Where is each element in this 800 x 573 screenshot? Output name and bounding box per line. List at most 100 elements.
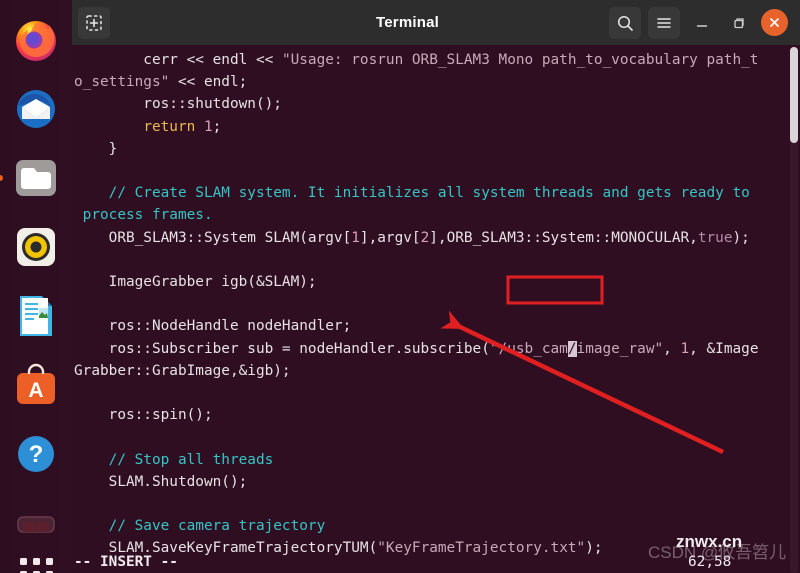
- code-span: 1: [203, 118, 213, 135]
- vim-status-line: -- INSERT -- 62,58 72%: [72, 551, 788, 573]
- window-title: Terminal: [375, 14, 439, 31]
- code-span: process frames.: [74, 207, 213, 224]
- ubuntu-dock: A ?: [0, 0, 72, 573]
- minimize-icon: [696, 24, 708, 27]
- code-span: cerr << endl <<: [74, 52, 282, 68]
- dock-item-ubuntu-software[interactable]: A: [10, 359, 62, 411]
- scrollbar-thumb[interactable]: [790, 47, 798, 143]
- ubuntu-software-icon: A: [17, 363, 55, 404]
- search-icon: [617, 15, 633, 31]
- code-span: [195, 119, 204, 135]
- code-span: , &Image: [689, 340, 759, 357]
- svg-text:A: A: [28, 379, 43, 402]
- code-span: [74, 452, 109, 468]
- code-span: true: [697, 229, 733, 246]
- firefox-icon: [16, 21, 56, 61]
- vim-mode-indicator: -- INSERT --: [74, 554, 178, 570]
- code-span: "Usage: rosrun ORB_SLAM3 Mono path_to_vo…: [281, 52, 759, 68]
- code-span: ros::shutdown();: [74, 96, 282, 113]
- code-line: ros::spin();: [72, 404, 788, 426]
- show-applications-button[interactable]: [10, 558, 62, 573]
- titlebar-right-group: [587, 6, 792, 39]
- code-line: // Save camera trajectory: [72, 515, 788, 537]
- terminal-scrollbar[interactable]: [790, 47, 798, 573]
- hamburger-menu-icon: [657, 17, 671, 28]
- code-span: image_raw": [576, 340, 664, 357]
- maximize-button[interactable]: [724, 8, 754, 38]
- code-line: cerr << endl << "Usage: rosrun ORB_SLAM3…: [72, 49, 788, 71]
- thunderbird-icon: [17, 90, 55, 128]
- code-span: ros::spin();: [74, 407, 213, 424]
- dock-item-rhythmbox[interactable]: [10, 221, 62, 273]
- code-span: << endl;: [169, 74, 248, 91]
- code-span: [74, 119, 143, 135]
- code-span: 1: [351, 229, 360, 246]
- code-line: ImageGrabber igb(&SLAM);: [72, 271, 788, 293]
- terminal-window: Terminal cerr << endl << "Usage: rosrun …: [72, 0, 800, 573]
- close-button[interactable]: [761, 9, 788, 36]
- code-span: // Create SLAM system. It initializes al…: [108, 185, 750, 202]
- code-span: ],ORB_SLAM3::System::MONOCULAR,: [429, 229, 698, 246]
- code-line: process frames.: [72, 204, 788, 226]
- trash-icon: [17, 516, 55, 533]
- terminal-body[interactable]: cerr << endl << "Usage: rosrun ORB_SLAM3…: [72, 45, 800, 573]
- app-grid-icon: [19, 558, 53, 573]
- dock-item-firefox[interactable]: [10, 14, 62, 66]
- code-span: SLAM.Shutdown();: [74, 473, 248, 490]
- dock-item-trash[interactable]: [10, 497, 62, 549]
- code-line: ros::shutdown();: [72, 93, 788, 115]
- code-line: ros::NodeHandle nodeHandler;: [72, 315, 788, 337]
- code-span: "/usb_cam: [489, 340, 568, 357]
- titlebar-left-group: [78, 6, 228, 39]
- close-icon: [770, 18, 779, 27]
- code-span: );: [732, 229, 750, 246]
- search-button[interactable]: [609, 6, 641, 39]
- rhythmbox-icon: [17, 228, 55, 266]
- code-span: ros::Subscriber sub = nodeHandler.subscr…: [74, 340, 490, 357]
- code-span: ;: [212, 118, 222, 135]
- dock-item-files[interactable]: [0, 152, 62, 204]
- code-span: ros::NodeHandle nodeHandler;: [74, 318, 352, 335]
- running-indicator: [0, 175, 3, 181]
- window-titlebar[interactable]: Terminal: [72, 0, 800, 45]
- code-span: [74, 518, 109, 534]
- code-span: ,: [663, 340, 681, 357]
- vim-cursor-position: 62,58: [688, 554, 732, 570]
- code-span: [74, 185, 109, 201]
- code-line: // Create SLAM system. It initializes al…: [72, 182, 788, 204]
- code-span: ImageGrabber igb(&SLAM);: [74, 274, 317, 291]
- vim-editor-buffer[interactable]: cerr << endl << "Usage: rosrun ORB_SLAM3…: [72, 45, 788, 573]
- code-span: Grabber::GrabImage,&igb);: [74, 362, 291, 379]
- dock-item-help[interactable]: ?: [10, 428, 62, 480]
- code-line: // Stop all threads: [72, 449, 788, 471]
- code-span: ],argv[: [359, 229, 421, 246]
- desktop-screen: A ? Terminal cerr << endl << "Usage: ros…: [0, 0, 800, 573]
- text-cursor: /: [567, 340, 577, 357]
- maximize-icon: [734, 17, 744, 28]
- code-line: return 1;: [72, 116, 788, 138]
- new-tab-icon: [86, 14, 102, 31]
- minimize-button[interactable]: [687, 8, 717, 38]
- code-line: SLAM.Shutdown();: [72, 471, 788, 493]
- code-span: }: [74, 140, 118, 157]
- new-tab-button[interactable]: [78, 6, 110, 39]
- dock-item-libreoffice-writer[interactable]: [10, 290, 62, 342]
- code-span: o_settings": [74, 74, 170, 91]
- help-icon: ?: [18, 436, 54, 472]
- code-span: ORB_SLAM3::System SLAM(argv[: [74, 229, 352, 246]
- code-span: // Save camera trajectory: [108, 518, 326, 535]
- dock-item-thunderbird[interactable]: [10, 83, 62, 135]
- code-span: 1: [680, 340, 690, 357]
- code-line: o_settings" << endl;: [72, 71, 788, 93]
- files-icon: [16, 160, 56, 196]
- code-span: // Stop all threads: [108, 451, 274, 468]
- libreoffice-writer-icon: [20, 296, 52, 336]
- code-line: ORB_SLAM3::System SLAM(argv[1],argv[2],O…: [72, 227, 788, 249]
- menu-button[interactable]: [648, 6, 680, 39]
- code-span: 2: [420, 229, 430, 246]
